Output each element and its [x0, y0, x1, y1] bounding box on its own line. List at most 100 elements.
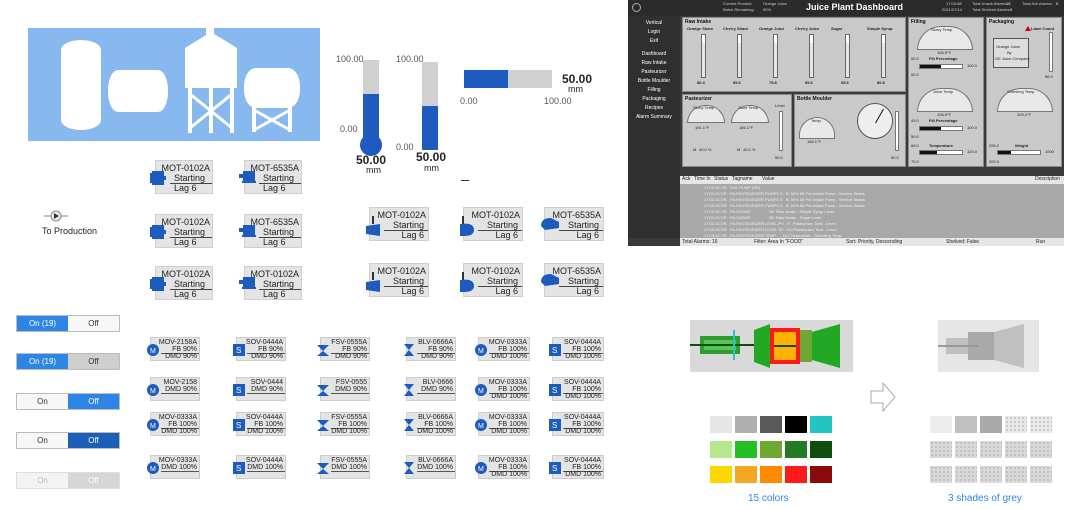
tank-name: Simple Syrup — [867, 26, 893, 31]
alarm-row[interactable]: 17:03:15 OR FAIL PUMP (ON) — [704, 185, 760, 190]
motor-faceplate[interactable]: MOT-6535A Starting Lag 6 — [239, 214, 302, 248]
valve-faceplate[interactable]: BLV-0666A DMD 100% — [404, 455, 456, 479]
alarm-row[interactable]: 17:03:15 OR PA.PASTEURIZER.PUMP3.S B: 50… — [704, 203, 865, 208]
footer-run[interactable]: Run — [1036, 239, 1045, 245]
alarm-row[interactable]: 17:03:15 OR PA.SUGAR 88 Raw Intake - Sim… — [704, 209, 834, 214]
valve-faceplate[interactable]: M MOV-0333A FB 100% DMD 100% — [475, 377, 530, 401]
valve-faceplate[interactable]: S SOV-0444A FB 100% DMD 100% — [549, 412, 604, 436]
nav-item[interactable]: Bottle Moulder — [628, 78, 680, 84]
nav-item[interactable]: Dashboard — [628, 51, 680, 57]
valve-faceplate[interactable]: S SOV-0444A FB 100% DMD 100% — [549, 337, 604, 361]
ge-logo-icon — [632, 3, 641, 12]
valve-faceplate[interactable]: M MOV-0333A FB 100% DMD 100% — [475, 337, 530, 361]
toggle-on-option[interactable]: On — [17, 394, 68, 409]
valve-faceplate[interactable]: S SOV-0444A FB 90% DMD 90% — [233, 337, 286, 361]
toggle-switch-1[interactable]: On (19) Off — [16, 315, 120, 332]
toggle-off-option[interactable]: Off — [68, 354, 119, 369]
valve-faceplate[interactable]: M MOV-0333A DMD 100% — [147, 455, 200, 479]
nav-item[interactable]: Login — [628, 29, 680, 35]
grey-swatch — [955, 466, 977, 483]
to-production-link[interactable]: To Production — [42, 208, 102, 238]
toggle-on-option[interactable]: On (19) — [17, 354, 68, 369]
valve-faceplate[interactable]: M MOV-0333A FB 100% DMD 100% — [475, 412, 530, 436]
nav-item[interactable]: Vertical — [628, 20, 680, 26]
valve-demand: DMD 100% — [565, 393, 601, 400]
valve-feedback: FB 100% — [572, 464, 601, 471]
motor-lag: Lag 6 — [576, 286, 599, 296]
batch-label: Batch Remaining: — [723, 7, 755, 12]
nav-item[interactable]: Exit — [628, 38, 680, 44]
toggle-on-option[interactable]: On — [17, 433, 68, 448]
valve-faceplate[interactable]: S SOV-0444 DMD 90% — [233, 377, 286, 401]
motor-faceplate[interactable]: MOT-0102A Starting Lag 6 — [239, 266, 302, 300]
valve-faceplate[interactable]: BLV-0666A FB 100% DMD 100% — [404, 412, 456, 436]
toggle-switch-4[interactable]: On Off — [16, 432, 120, 449]
unack-value: 16 — [1006, 1, 1011, 6]
alarm-row[interactable]: 17:03:15 OR PA.PASTEURIZER.PUMP1.S B: 50… — [704, 191, 865, 196]
motor-faceplate[interactable]: MOT-6535A Starting Lag 6 — [239, 160, 302, 194]
alarm-column-header[interactable]: Status — [712, 176, 730, 184]
valve-faceplate[interactable]: FSV-0555A FB 100% DMD 100% — [317, 412, 370, 436]
nav-item[interactable]: Packaging — [628, 96, 680, 102]
toggle-off-option[interactable]: Off — [68, 316, 119, 331]
motor-faceplate[interactable]: MOT-6535A Starting Lag 6 — [541, 263, 604, 297]
valve-faceplate[interactable]: S SOV-0444A DMD 100% — [233, 455, 286, 479]
svg-text:S: S — [552, 386, 557, 395]
toggle-on-option[interactable]: On (19) — [17, 316, 68, 331]
nav-item[interactable]: Recipes — [628, 105, 680, 111]
motor-faceplate[interactable]: MOT-0102A Starting Lag 6 — [366, 207, 429, 241]
motor-faceplate[interactable]: MOT-0102A Starting Lag 6 — [150, 214, 213, 248]
valve-faceplate[interactable]: M MOV-2158A FB 90% DMD 90% — [147, 337, 200, 361]
toggle-off-option[interactable]: Off — [68, 433, 119, 448]
motor-faceplate[interactable]: MOT-0102A Starting Lag 6 — [366, 263, 429, 297]
motor-status: Starting — [567, 220, 599, 230]
valve-faceplate[interactable]: M MOV-2158 DMD 90% — [147, 377, 200, 401]
valve-feedback: FB 100% — [338, 421, 367, 428]
valve-faceplate[interactable]: FSV-0555 DMD 90% — [317, 377, 370, 401]
valve-faceplate[interactable]: FSV-0555A FB 90% DMD 90% — [317, 337, 370, 361]
nav-item[interactable]: Alarm Summary — [628, 114, 680, 120]
valve-faceplate[interactable]: BLV-0666 DMD 90% — [404, 377, 456, 401]
alarm-row[interactable]: 17:03:15 OR PA.PASTEURIZER.LEVEL.PV 77 P… — [704, 221, 836, 226]
motor-tag: MOT-0102A — [471, 210, 520, 220]
alarm-row[interactable]: 17:03:15 OR PA.PASTEURIZER.PUMP2.S B: 50… — [704, 197, 865, 202]
valve-faceplate[interactable]: BLV-0666A FB 90% DMD 90% — [404, 337, 456, 361]
valve-faceplate[interactable]: M MOV-0333A FB 100% DMD 100% — [475, 455, 530, 479]
nav-item[interactable]: Pasteurizer — [628, 69, 680, 75]
toggle-off-option[interactable]: Off — [68, 394, 119, 409]
alarm-column-header[interactable]: Tagname — [730, 176, 760, 184]
toggle-switch-2[interactable]: On (19) Off — [16, 353, 120, 370]
motor-faceplate[interactable]: MOT-0102A Starting Lag 6 — [150, 160, 213, 194]
motor-faceplate[interactable]: MOT-0102A Starting Lag 6 — [460, 263, 523, 297]
alarm-row[interactable]: 17:03:15 OR PA.PASTEURIZER.LEVEL.SP 100 … — [704, 227, 837, 232]
alarm-column-header[interactable]: Ack — [680, 176, 692, 184]
level-unit: mm — [366, 165, 381, 175]
motor-status: Starting — [263, 279, 295, 289]
greys-caption: 3 shades of grey — [948, 493, 1022, 504]
valve-demand: DMD 100% — [565, 428, 601, 435]
valve-faceplate[interactable]: S SOV-0444A FB 100% DMD 100% — [549, 455, 604, 479]
alarm-row[interactable]: 17:03:15 OR PA.SUGAR 88 Raw Intake - Sug… — [704, 215, 821, 220]
product-label: Current Product: — [723, 1, 753, 6]
panel-title: Raw Intake — [685, 19, 712, 25]
nav-item[interactable]: Raw Intake — [628, 60, 680, 66]
scale-top: 100.00 — [336, 54, 364, 64]
motor-lag: Lag 6 — [263, 183, 286, 193]
alarm-column-header[interactable]: Time In — [692, 176, 712, 184]
valve-feedback: FB 100% — [424, 421, 453, 428]
alarm-column-header[interactable]: Value — [760, 176, 800, 184]
valve-faceplate[interactable]: S SOV-0444A FB 100% DMD 100% — [549, 377, 604, 401]
valve-tag: SOV-0444A — [564, 414, 601, 421]
valve-faceplate[interactable]: S SOV-0444A FB 100% DMD 100% — [233, 412, 286, 436]
motor-faceplate[interactable]: MOT-6535A Starting Lag 6 — [541, 207, 604, 241]
alarm-table[interactable]: Ack Time In Status Tagname Value Description … — [680, 176, 1064, 238]
alarm-column-header[interactable]: Description — [800, 176, 1064, 184]
weight-bottom: 200.0 — [989, 159, 1000, 164]
motor-faceplate[interactable]: MOT-0102A Starting Lag 6 — [460, 207, 523, 241]
valve-faceplate[interactable]: M MOV-0333A FB 100% DMD 100% — [147, 412, 200, 436]
toggle-switch-3[interactable]: On Off — [16, 393, 120, 410]
valve-faceplate[interactable]: FSV-0555A DMD 100% — [317, 455, 370, 479]
tank-name: Cherry Juice — [795, 26, 820, 31]
nav-item[interactable]: Filling — [628, 87, 680, 93]
motor-faceplate[interactable]: MOT-0102A Starting Lag 6 — [150, 266, 213, 300]
